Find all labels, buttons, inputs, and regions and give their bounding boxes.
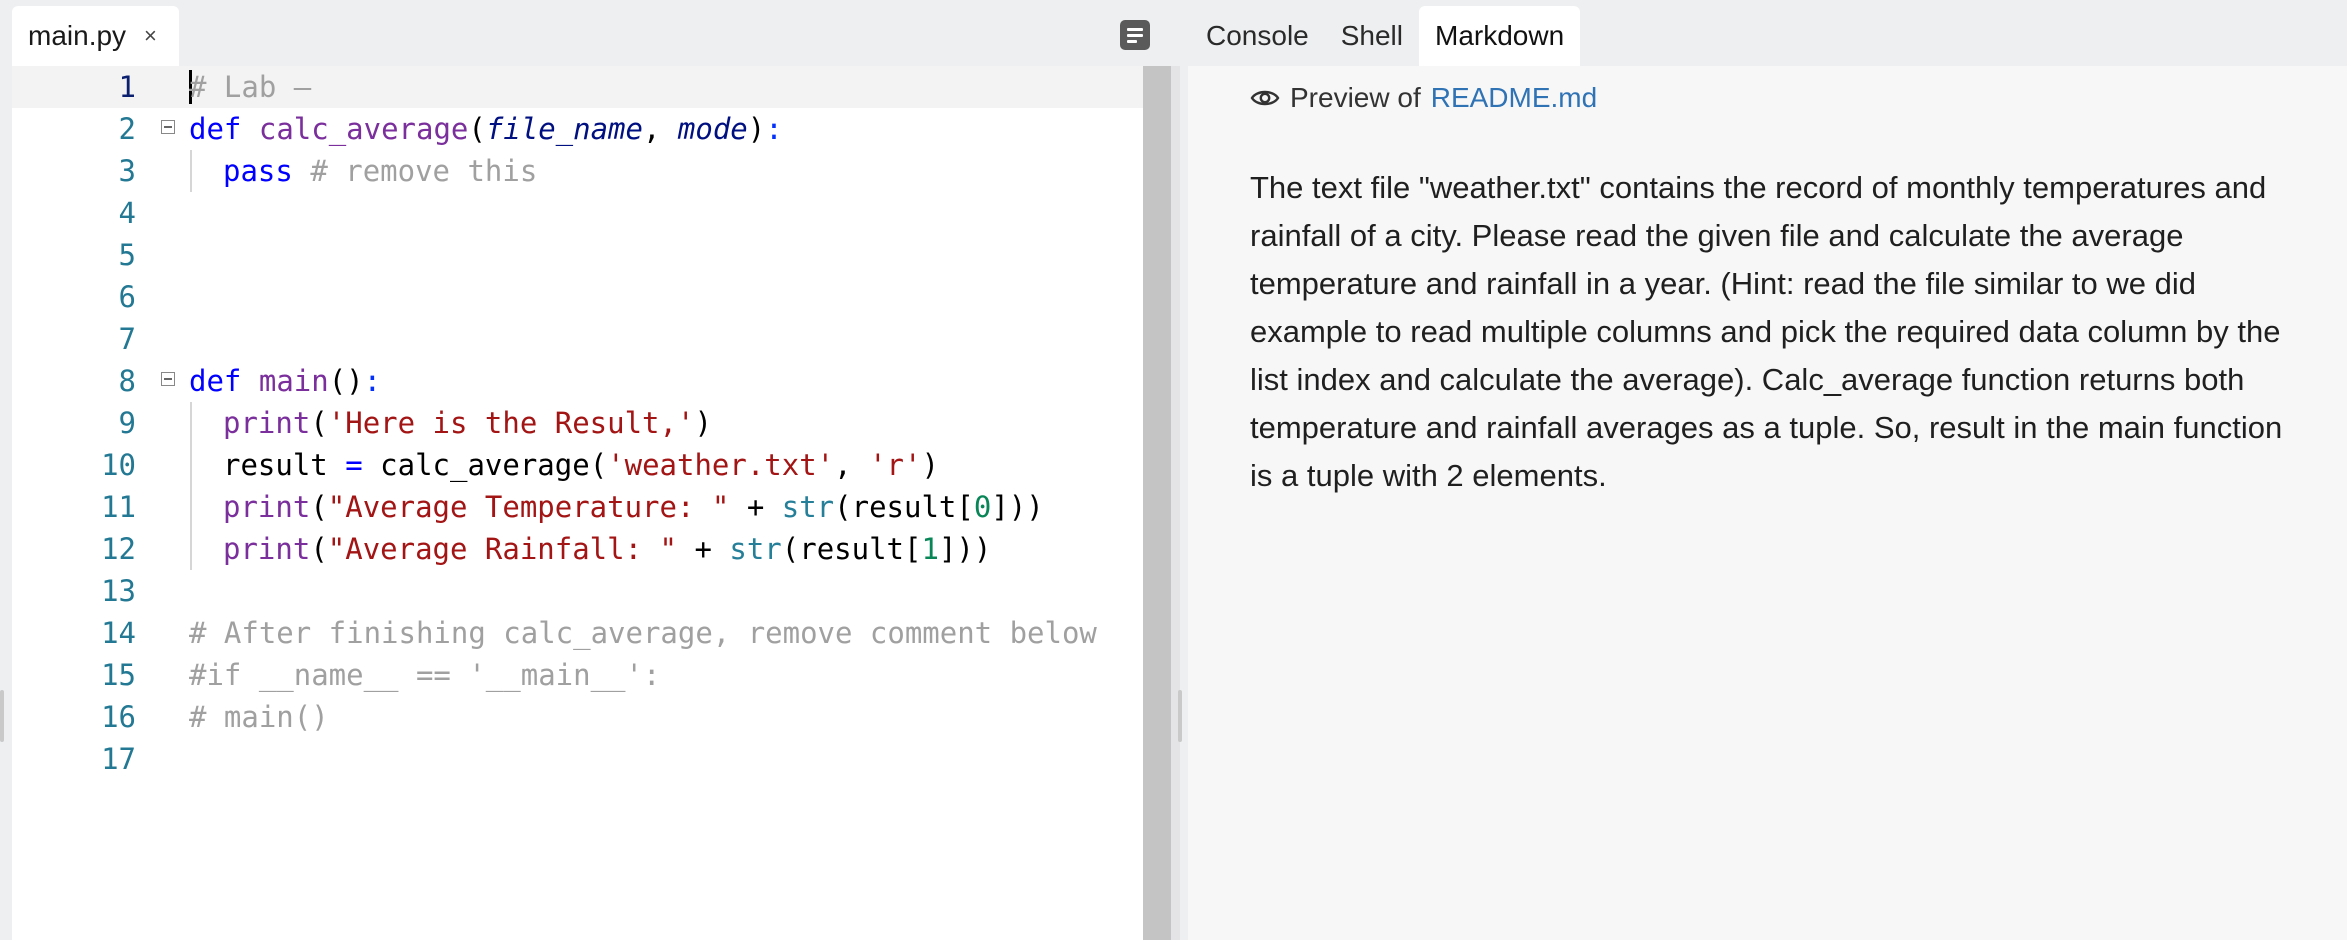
tab-markdown[interactable]: Markdown <box>1419 6 1581 66</box>
line-number: 4 <box>118 196 136 230</box>
line-number: 9 <box>118 406 136 440</box>
code-text: pass # remove this <box>223 154 538 188</box>
indent-guide <box>190 150 192 192</box>
code-line-4[interactable]: 4 <box>12 192 1143 234</box>
code-line-2[interactable]: 2 def calc_average(file_name, mode): <box>12 108 1143 150</box>
file-tab-label: main.py <box>28 20 127 51</box>
code-line-3[interactable]: 3 pass # remove this <box>12 150 1143 192</box>
code-text: def main(): <box>189 364 382 398</box>
line-number: 14 <box>101 616 136 650</box>
code-text: # main() <box>189 700 329 734</box>
left-resize-handle[interactable] <box>0 690 4 742</box>
code-line-12[interactable]: 12 print("Average Rainfall: " + str(resu… <box>12 528 1143 570</box>
indent-guide <box>190 444 192 486</box>
tab-console[interactable]: Console <box>1190 6 1325 66</box>
line-number: 16 <box>101 700 136 734</box>
line-number: 15 <box>101 658 136 692</box>
fold-icon[interactable] <box>161 120 175 134</box>
indent-guide <box>190 528 192 570</box>
code-text: result = calc_average('weather.txt', 'r'… <box>223 448 939 482</box>
indent-guide <box>190 402 192 444</box>
code-line-14[interactable]: 14 # After finishing calc_average, remov… <box>12 612 1143 654</box>
code-line-6[interactable]: 6 <box>12 276 1143 318</box>
line-number: 10 <box>101 448 136 482</box>
code-text: print("Average Rainfall: " + str(result[… <box>223 532 992 566</box>
code-line-17[interactable]: 17 <box>12 738 1143 780</box>
line-number: 6 <box>118 280 136 314</box>
markdown-body: The text file "weather.txt" contains the… <box>1250 170 2283 493</box>
code-line-5[interactable]: 5 <box>12 234 1143 276</box>
code-line-8[interactable]: 8 def main(): <box>12 360 1143 402</box>
code-text: print('Here is the Result,') <box>223 406 712 440</box>
eye-icon <box>1250 90 1280 106</box>
code-line-10[interactable]: 10 result = calc_average('weather.txt', … <box>12 444 1143 486</box>
tab-shell[interactable]: Shell <box>1325 6 1419 66</box>
line-number: 1 <box>118 70 136 104</box>
line-number: 3 <box>118 154 136 188</box>
file-tab-main-py[interactable]: main.py × <box>12 6 179 66</box>
line-number: 12 <box>101 532 136 566</box>
markdown-preview: Preview of README.md The text file "weat… <box>1188 66 2347 940</box>
editor-tabbar: main.py × <box>0 0 1180 66</box>
right-panel-tabs: Console Shell Markdown <box>1190 0 1581 66</box>
preview-header: Preview of README.md <box>1250 82 1597 114</box>
code-line-9[interactable]: 9 print('Here is the Result,') <box>12 402 1143 444</box>
code-text: def calc_average(file_name, mode): <box>189 112 783 146</box>
editor-scrollbar[interactable] <box>1143 66 1171 940</box>
code-line-7[interactable]: 7 <box>12 318 1143 360</box>
code-line-11[interactable]: 11 print("Average Temperature: " + str(r… <box>12 486 1143 528</box>
line-number: 5 <box>118 238 136 272</box>
line-number: 17 <box>101 742 136 776</box>
line-number: 8 <box>118 364 136 398</box>
code-editor[interactable]: 1 # Lab – 2 def calc_average(file_name, … <box>12 66 1143 940</box>
indent-guide <box>190 486 192 528</box>
code-text: # After finishing calc_average, remove c… <box>189 616 1097 650</box>
close-icon[interactable]: × <box>144 23 157 49</box>
line-number: 2 <box>118 112 136 146</box>
code-line-16[interactable]: 16 # main() <box>12 696 1143 738</box>
preview-file-link[interactable]: README.md <box>1431 82 1597 114</box>
menu-icon[interactable] <box>1120 20 1150 50</box>
fold-icon[interactable] <box>161 372 175 386</box>
code-text: # Lab – <box>189 70 312 104</box>
code-line-15[interactable]: 15 #if __name__ == '__main__': <box>12 654 1143 696</box>
line-number: 13 <box>101 574 136 608</box>
code-line-13[interactable]: 13 <box>12 570 1143 612</box>
code-text: #if __name__ == '__main__': <box>189 658 661 692</box>
code-text: print("Average Temperature: " + str(resu… <box>223 490 1044 524</box>
preview-label: Preview of <box>1290 82 1421 113</box>
line-number: 7 <box>118 322 136 356</box>
pane-resize-handle[interactable] <box>1178 690 1182 742</box>
code-line-1[interactable]: 1 # Lab – <box>12 66 1143 108</box>
pane-divider <box>1171 66 1180 940</box>
line-number: 11 <box>101 490 136 524</box>
